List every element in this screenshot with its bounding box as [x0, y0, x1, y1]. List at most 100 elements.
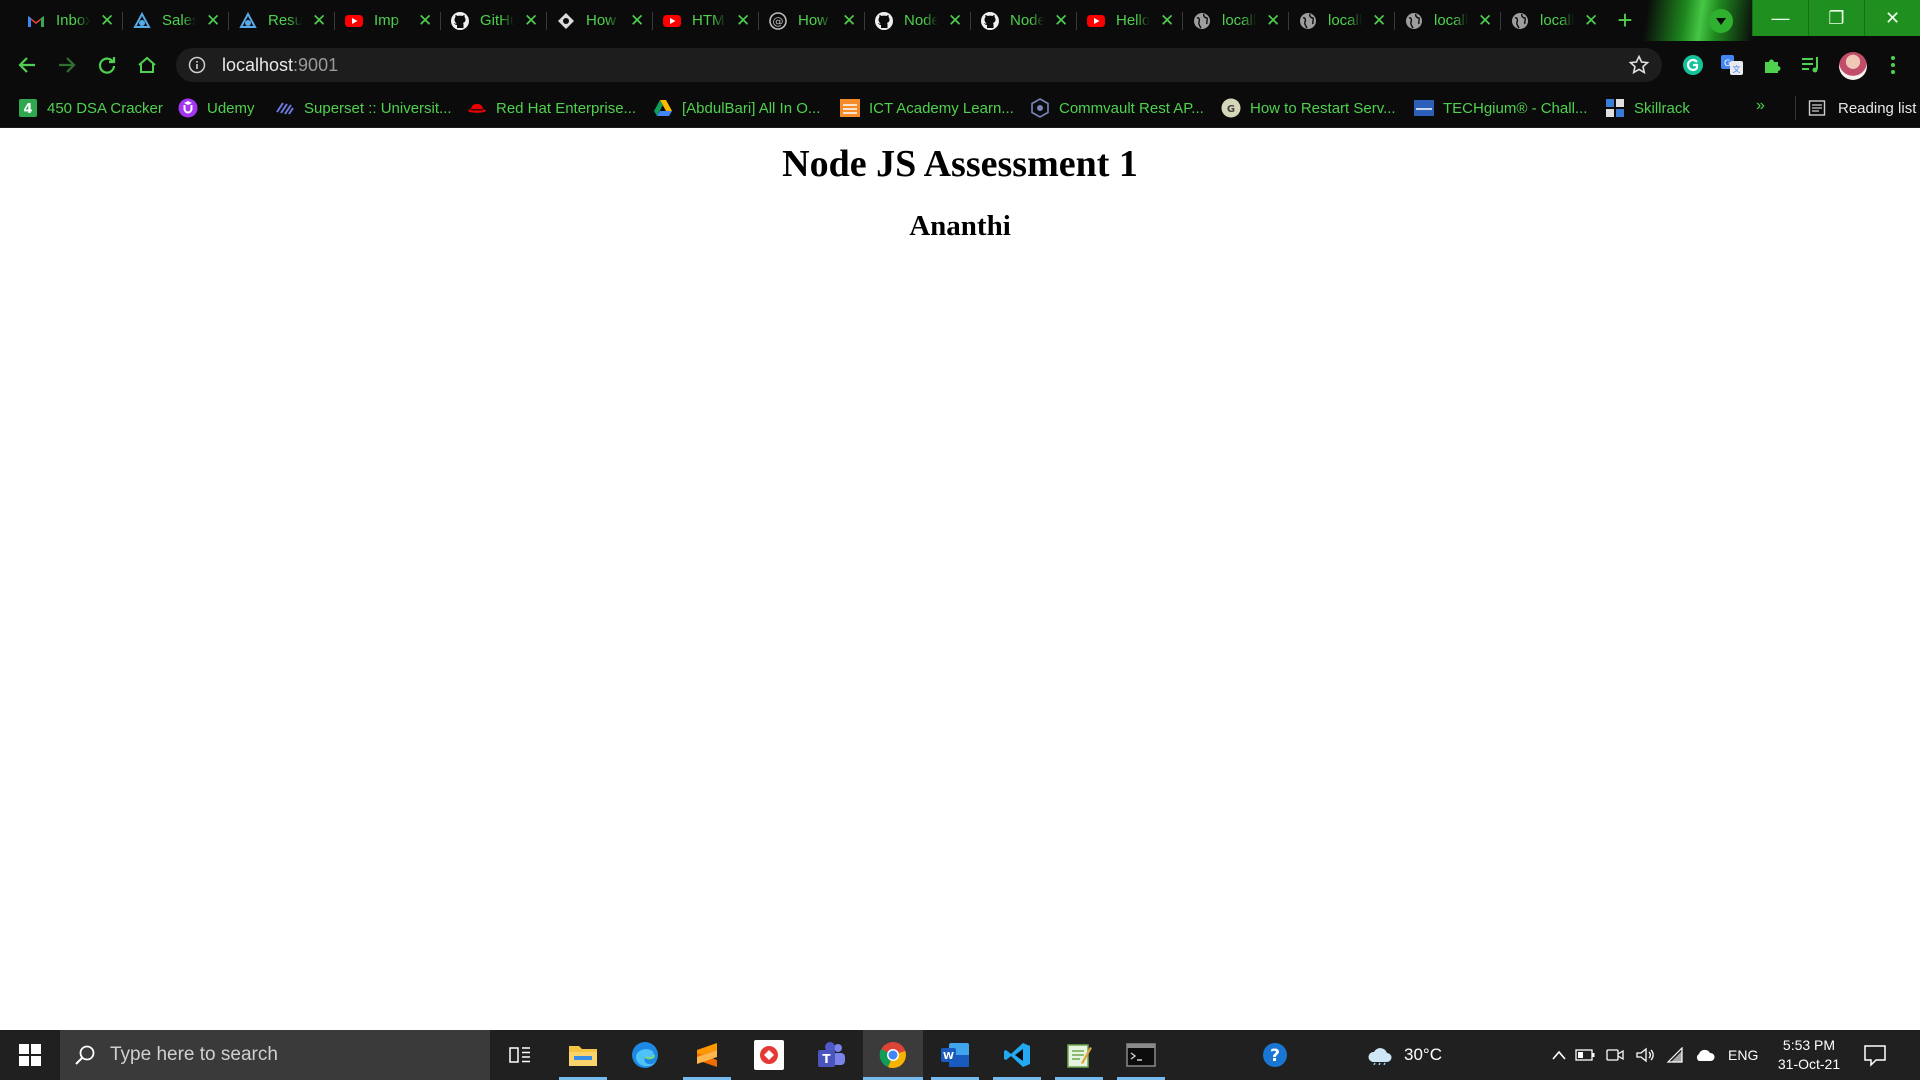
bookmark-ict-academy[interactable]: ICT Academy Learn...	[840, 96, 1014, 120]
bookmark-udemy[interactable]: Udemy	[178, 96, 255, 120]
bookmark-label: ICT Academy Learn...	[869, 99, 1014, 117]
notepad-app[interactable]	[1049, 1030, 1109, 1080]
terminal-icon	[1126, 1043, 1156, 1067]
grammarly-icon[interactable]	[1680, 52, 1706, 78]
bookmarks-overflow-chevron[interactable]: »	[1756, 97, 1765, 115]
wifi-icon[interactable]	[1660, 1047, 1690, 1063]
restore-button[interactable]: ❐	[1808, 0, 1864, 36]
input-language[interactable]: ENG	[1728, 1047, 1758, 1063]
tab-close-icon[interactable]: ✕	[1160, 12, 1174, 29]
media-control-icon[interactable]	[1798, 52, 1824, 78]
tab-github[interactable]: GitHub ✕	[440, 0, 546, 41]
translate-icon[interactable]: G文	[1719, 52, 1745, 78]
tab-close-icon[interactable]: ✕	[1584, 12, 1598, 29]
tab-title: Hello	[1116, 12, 1150, 29]
back-button[interactable]	[12, 50, 42, 80]
bookmark-abdulbari[interactable]: [AbdulBari] All In O...	[653, 96, 820, 120]
red-app[interactable]	[739, 1030, 799, 1080]
tab-localhost-1[interactable]: localhost ✕	[1182, 0, 1288, 41]
new-tab-button[interactable]: +	[1610, 5, 1640, 35]
profile-avatar[interactable]	[1839, 52, 1867, 80]
tab-close-icon[interactable]: ✕	[1054, 12, 1068, 29]
help-app[interactable]: ?	[1245, 1030, 1305, 1080]
taskbar-search-box[interactable]: Type here to search	[60, 1030, 490, 1080]
tab-close-icon[interactable]: ✕	[630, 12, 644, 29]
tab-node-2[interactable]: Node ✕	[970, 0, 1076, 41]
browser-titlebar: Inbox ✕ Sales ✕ Results ✕ Imp ✕	[0, 0, 1920, 41]
svg-text:?: ?	[1270, 1046, 1280, 1066]
tab-inbox[interactable]: Inbox ✕	[16, 0, 122, 41]
file-explorer-app[interactable]	[553, 1030, 613, 1080]
tab-close-icon[interactable]: ✕	[948, 12, 962, 29]
reading-list-button[interactable]: Reading list	[1795, 96, 1916, 120]
reload-icon	[98, 57, 116, 74]
home-button[interactable]	[132, 50, 162, 80]
tab-close-icon[interactable]: ✕	[1266, 12, 1280, 29]
folder-icon	[569, 1046, 597, 1066]
bookmark-techgium[interactable]: TECHgium® - Chall...	[1414, 96, 1587, 120]
notification-center-icon[interactable]	[1862, 1042, 1888, 1068]
menu-kebab-icon[interactable]	[1880, 52, 1906, 78]
tab-localhost-3[interactable]: localhost ✕	[1394, 0, 1500, 41]
onedrive-icon[interactable]	[1690, 1048, 1720, 1062]
tab-how-1[interactable]: How ✕	[546, 0, 652, 41]
browser-toolbar: localhost:9001 G文	[0, 41, 1920, 88]
commvault-icon	[1030, 98, 1050, 118]
tab-close-icon[interactable]: ✕	[1478, 12, 1492, 29]
edge-app[interactable]	[615, 1030, 675, 1080]
svg-text:@: @	[773, 15, 784, 28]
terminal-app[interactable]	[1111, 1030, 1171, 1080]
battery-icon[interactable]	[1570, 1049, 1600, 1061]
tab-html[interactable]: HTML ✕	[652, 0, 758, 41]
page-heading: Node JS Assessment 1	[782, 143, 1138, 185]
redhat-icon	[467, 98, 487, 118]
weather-widget[interactable]: 30°C	[1366, 1030, 1442, 1080]
bookmark-star-icon[interactable]	[1628, 54, 1650, 76]
tab-how-2[interactable]: @ How ✕	[758, 0, 864, 41]
system-clock[interactable]: 5:53 PM 31-Oct-21	[1768, 1036, 1850, 1074]
minimize-button[interactable]: —	[1752, 0, 1808, 36]
address-bar[interactable]: localhost:9001	[176, 48, 1662, 82]
github-icon	[980, 11, 1000, 31]
sublime-text-app[interactable]	[677, 1030, 737, 1080]
bookmark-superset[interactable]: Superset :: Universit...	[275, 96, 452, 120]
tab-sales[interactable]: Sales ✕	[122, 0, 228, 41]
info-icon[interactable]	[188, 56, 206, 74]
tab-close-icon[interactable]: ✕	[100, 12, 114, 29]
chrome-app[interactable]	[863, 1030, 923, 1080]
volume-icon[interactable]	[1630, 1047, 1660, 1063]
bookmark-commvault[interactable]: Commvault Rest AP...	[1030, 96, 1204, 120]
bookmark-450-dsa[interactable]: 4 450 DSA Cracker	[18, 96, 163, 120]
tab-imp[interactable]: Imp ✕	[334, 0, 440, 41]
tab-localhost-2[interactable]: localhost ✕	[1288, 0, 1394, 41]
tab-close-icon[interactable]: ✕	[206, 12, 220, 29]
extensions-puzzle-icon[interactable]	[1759, 52, 1785, 78]
udemy-icon	[178, 98, 198, 118]
forward-button[interactable]	[52, 50, 82, 80]
task-view-button[interactable]	[490, 1030, 550, 1080]
tab-close-icon[interactable]: ✕	[524, 12, 538, 29]
close-window-button[interactable]: ✕	[1864, 0, 1920, 36]
tab-close-icon[interactable]: ✕	[842, 12, 856, 29]
bookmark-redhat[interactable]: Red Hat Enterprise...	[467, 96, 636, 120]
meet-now-icon[interactable]	[1600, 1047, 1630, 1063]
tab-hello[interactable]: Hello ✕	[1076, 0, 1182, 41]
tab-close-icon[interactable]: ✕	[1372, 12, 1386, 29]
start-button[interactable]	[0, 1030, 60, 1080]
bookmark-how-to-restart[interactable]: G How to Restart Serv...	[1221, 96, 1396, 120]
tab-close-icon[interactable]: ✕	[736, 12, 750, 29]
word-app[interactable]: W	[925, 1030, 985, 1080]
vpn-extension-icon[interactable]	[1709, 9, 1733, 33]
tray-chevron-up-icon[interactable]	[1548, 1050, 1570, 1060]
reload-button[interactable]	[92, 50, 122, 80]
bookmark-skillrack[interactable]: Skillrack	[1605, 96, 1690, 120]
teams-app[interactable]: T	[801, 1030, 861, 1080]
tab-title: Imp	[374, 12, 400, 29]
at-icon: @	[768, 11, 788, 31]
tab-close-icon[interactable]: ✕	[312, 12, 326, 29]
tab-node-1[interactable]: Node ✕	[864, 0, 970, 41]
vscode-app[interactable]	[987, 1030, 1047, 1080]
tab-localhost-active[interactable]: localhost ✕	[1500, 0, 1606, 41]
tab-close-icon[interactable]: ✕	[418, 12, 432, 29]
tab-results[interactable]: Results ✕	[228, 0, 334, 41]
